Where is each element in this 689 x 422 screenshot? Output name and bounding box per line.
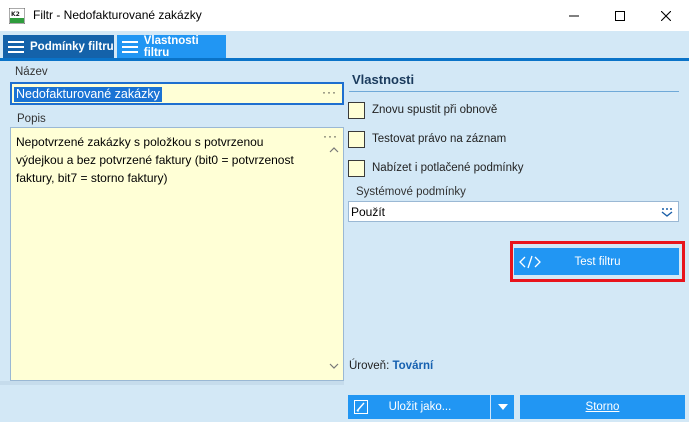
systemove-podminky-value: Použít xyxy=(351,205,386,219)
window-title: Filtr - Nedofakturované zakázky xyxy=(33,8,202,22)
hamburger-icon xyxy=(8,41,24,53)
scroll-down-icon[interactable] xyxy=(329,362,339,370)
minimize-icon xyxy=(569,15,579,16)
save-edit-icon xyxy=(354,400,368,414)
uroven-label: Úroveň: xyxy=(349,360,390,372)
checkbox-testovat-pravo[interactable] xyxy=(348,130,365,148)
systemove-podminky-select[interactable]: Použít xyxy=(348,201,679,222)
checkbox-label: Testovat právo na záznam xyxy=(372,133,507,145)
tab-podminky-filtru[interactable]: Podmínky filtru xyxy=(3,35,114,59)
test-filtru-button[interactable]: Test filtru xyxy=(514,248,679,275)
uroven-value: Tovární xyxy=(392,360,434,372)
maximize-icon xyxy=(615,10,625,21)
checkbox-row-nabizet-potlacene[interactable]: Nabízet i potlačené podmínky xyxy=(348,159,524,177)
checkbox-label: Nabízet i potlačené podmínky xyxy=(372,162,524,174)
nazev-input[interactable]: Nedofakturované zakázky ··· xyxy=(10,82,344,105)
svg-text:K2: K2 xyxy=(11,11,20,18)
minimize-button[interactable] xyxy=(551,0,597,31)
systemove-podminky-label: Systémové podmínky xyxy=(356,186,466,198)
hamburger-icon xyxy=(122,41,138,53)
splitter[interactable] xyxy=(0,381,344,385)
vlastnosti-title: Vlastnosti xyxy=(352,72,415,87)
nazev-ellipsis-button[interactable]: ··· xyxy=(322,85,337,99)
checkbox-label: Znovu spustit při obnově xyxy=(372,104,498,116)
tab-vlastnosti-filtru[interactable]: Vlastnosti filtru xyxy=(117,35,226,59)
popis-label: Popis xyxy=(17,113,46,125)
tab-label: Podmínky filtru xyxy=(30,41,114,53)
scroll-up-icon[interactable] xyxy=(329,146,339,154)
tab-label: Vlastnosti filtru xyxy=(143,35,199,59)
title-bar: K2 Filtr - Nedofakturované zakázky xyxy=(0,0,689,31)
nazev-label: Název xyxy=(15,66,48,78)
ulozit-jako-dropdown[interactable] xyxy=(491,395,514,419)
ulozit-jako-label: Uložit jako... xyxy=(388,401,452,413)
popis-value: Nepotvrzené zakázky s položkou s potvrze… xyxy=(16,135,294,185)
code-icon xyxy=(519,255,541,268)
ulozit-jako-button[interactable]: Uložit jako... xyxy=(348,395,514,419)
tab-underline xyxy=(0,58,689,61)
test-filtru-label: Test filtru xyxy=(574,255,621,268)
storno-button[interactable]: Storno xyxy=(520,395,685,419)
chevron-down-icon[interactable] xyxy=(661,207,673,217)
close-icon xyxy=(661,10,671,21)
vlastnosti-header: Vlastnosti xyxy=(349,70,679,92)
close-button[interactable] xyxy=(643,0,689,31)
popis-ellipsis-button[interactable]: ··· xyxy=(323,129,338,143)
k2-app-icon: K2 xyxy=(9,8,25,24)
checkbox-row-testovat-pravo[interactable]: Testovat právo na záznam xyxy=(348,130,506,148)
uroven-text: Úroveň: Tovární xyxy=(349,360,433,372)
checkbox-znovu-spustit[interactable] xyxy=(348,101,365,119)
maximize-button[interactable] xyxy=(597,0,643,31)
nazev-value: Nedofakturované zakázky xyxy=(14,87,162,102)
checkbox-nabizet-potlacene[interactable] xyxy=(348,159,365,177)
caret-down-icon xyxy=(497,404,508,410)
checkbox-row-znovu-spustit[interactable]: Znovu spustit při obnově xyxy=(348,101,497,119)
popis-textarea[interactable]: Nepotvrzené zakázky s položkou s potvrze… xyxy=(10,127,344,381)
